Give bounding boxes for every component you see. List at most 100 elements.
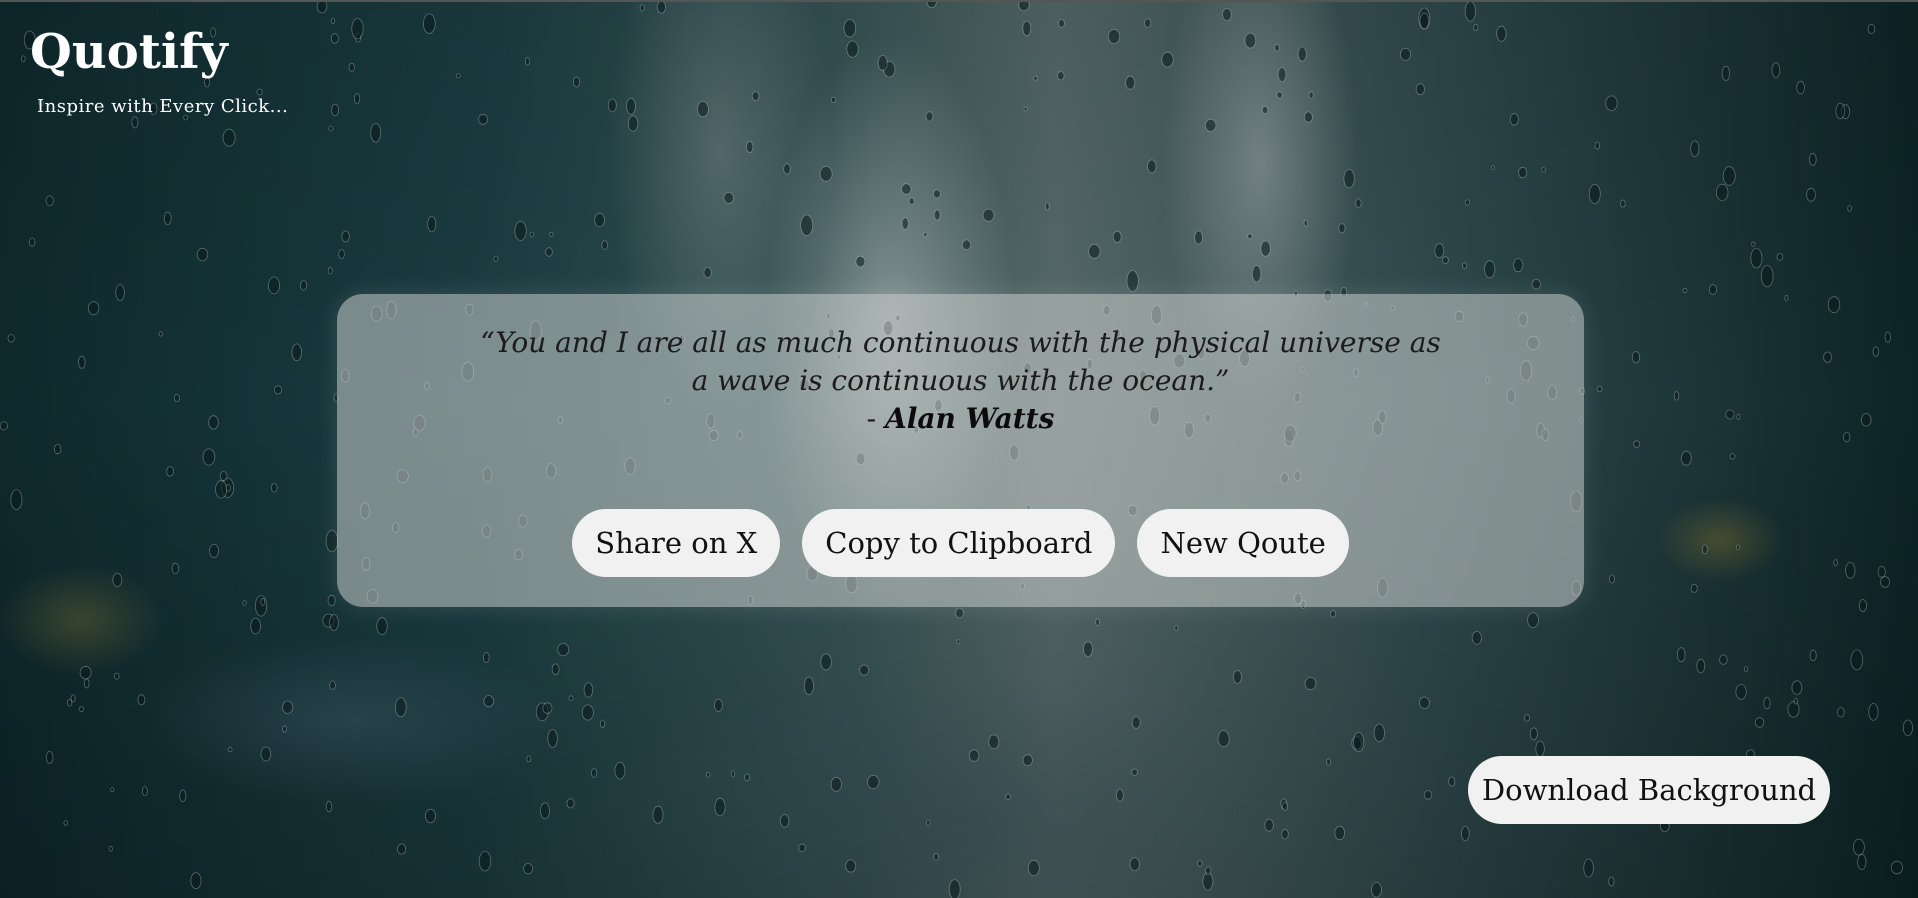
rain-drop <box>242 600 247 606</box>
rain-drop <box>573 76 581 88</box>
rain-drop <box>166 466 175 477</box>
rain-drop <box>730 770 736 778</box>
rain-drop <box>1496 25 1507 42</box>
rain-drop <box>1464 199 1471 206</box>
copy-to-clipboard-button[interactable]: Copy to Clipboard <box>802 509 1116 577</box>
rain-drop <box>1884 331 1891 343</box>
rain-drop <box>1513 258 1524 273</box>
rain-drop <box>1205 866 1212 876</box>
rain-drop <box>196 247 209 262</box>
rain-drop <box>1902 719 1914 737</box>
rain-drop <box>78 355 86 369</box>
rain-drop <box>291 343 303 362</box>
rain-drop <box>338 249 345 260</box>
share-on-x-button[interactable]: Share on X <box>572 509 781 577</box>
rain-drop <box>1833 559 1838 567</box>
rain-drop <box>137 694 146 706</box>
rain-drop <box>1125 75 1136 90</box>
rain-drop <box>551 663 560 676</box>
new-quote-button[interactable]: New Qoute <box>1137 509 1349 577</box>
rain-drop <box>1690 583 1698 593</box>
rain-drop <box>341 230 350 243</box>
rain-drop <box>179 789 187 802</box>
rain-drop <box>830 96 837 103</box>
rain-drop <box>1204 118 1217 132</box>
rain-drop <box>478 851 492 872</box>
rain-drop <box>1112 230 1122 243</box>
rain-drop <box>1448 776 1456 787</box>
download-background-button[interactable]: Download Background <box>1468 756 1830 824</box>
rain-drop <box>1880 576 1890 588</box>
rain-drop <box>1680 450 1692 466</box>
top-border <box>0 0 1918 2</box>
rain-drop <box>208 415 219 430</box>
rain-drop <box>1594 141 1600 150</box>
brand-header: Quotify Inspire with Every Click... <box>30 28 288 117</box>
rain-drop <box>1330 610 1337 618</box>
rain-drop <box>1222 7 1232 21</box>
rain-drop <box>329 614 339 631</box>
rain-drop <box>557 642 570 657</box>
rain-drop <box>1129 857 1140 871</box>
rain-drop <box>1843 431 1851 443</box>
rain-drop <box>1261 105 1269 115</box>
rain-drop <box>427 216 437 233</box>
rain-drop <box>1371 881 1382 898</box>
rain-drop <box>1867 23 1876 35</box>
rain-drop <box>1202 872 1214 891</box>
rain-drop <box>1596 385 1603 393</box>
rain-drop <box>933 209 941 221</box>
rain-drop <box>1853 838 1865 856</box>
rain-drop <box>1423 790 1433 800</box>
rain-drop <box>493 255 499 263</box>
rain-drop <box>956 639 961 645</box>
rain-drop <box>1282 802 1289 812</box>
rain-drop <box>1399 48 1412 61</box>
rain-drop <box>1274 43 1280 52</box>
rain-drop <box>599 719 606 728</box>
rain-drop <box>87 301 100 316</box>
rain-drop <box>1419 13 1430 30</box>
rain-drop <box>1033 75 1038 81</box>
rain-drop <box>1244 32 1257 49</box>
rain-drop <box>1609 574 1615 584</box>
rain-drop <box>1297 46 1307 62</box>
rain-drop <box>83 678 90 689</box>
rain-drop <box>1877 566 1886 578</box>
rain-drop <box>478 113 489 125</box>
rain-drop <box>173 394 180 402</box>
rain-drop <box>1702 544 1708 555</box>
rain-drop <box>328 125 334 132</box>
rain-drop <box>1529 727 1538 741</box>
rain-drop <box>542 702 553 714</box>
rain-drop <box>327 266 333 275</box>
rain-drop <box>1631 351 1641 364</box>
rain-drop <box>1251 265 1262 283</box>
rain-drop <box>1338 223 1346 234</box>
rain-drop <box>1872 346 1879 357</box>
rain-drop <box>703 266 712 279</box>
author-prefix: - <box>866 402 885 435</box>
rain-drop <box>1527 612 1539 628</box>
rain-drop <box>158 331 163 337</box>
rain-drop <box>746 141 754 153</box>
rain-drop <box>45 751 54 764</box>
rain-drop <box>1823 351 1832 363</box>
rain-drop <box>1131 716 1141 729</box>
rain-drop <box>327 594 336 607</box>
rain-drop <box>1845 562 1856 579</box>
rain-drop <box>1197 860 1203 867</box>
app-tagline: Inspire with Every Click... <box>37 96 289 117</box>
rain-drop <box>1334 825 1345 841</box>
rain-drop <box>424 808 436 824</box>
rain-drop <box>202 448 216 466</box>
quote-text: “You and I are all as much continuous wi… <box>480 326 1441 397</box>
rain-drop <box>529 231 535 238</box>
rain-drop <box>526 755 532 763</box>
rain-drop <box>260 746 272 762</box>
rain-drop <box>877 55 888 71</box>
rain-drop <box>627 115 639 132</box>
rain-drop <box>1860 413 1872 427</box>
rain-drop <box>254 595 267 617</box>
rain-drop <box>1890 860 1904 875</box>
